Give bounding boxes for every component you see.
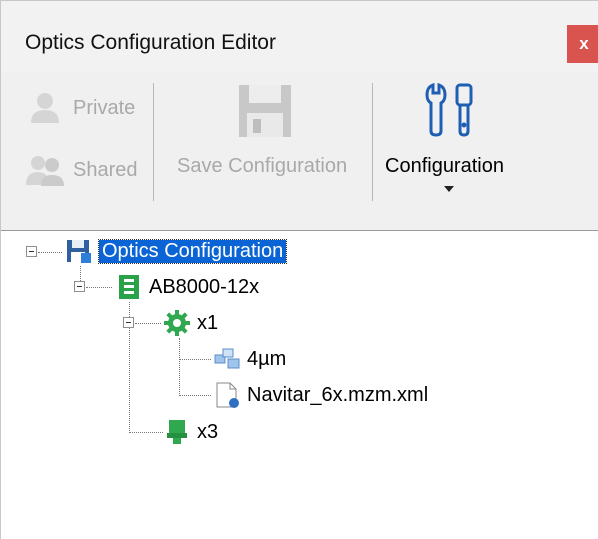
tree-connector (179, 359, 211, 360)
tree-node-root[interactable]: Optics Configuration (65, 237, 288, 265)
tree-node-label: x1 (197, 311, 219, 334)
tree-node-label: AB8000-12x (149, 275, 260, 298)
tree-connector (179, 395, 211, 396)
tree-node-file[interactable]: Navitar_6x.mzm.xml (213, 381, 428, 409)
ribbon-separator (153, 83, 154, 201)
floppy-disk-icon (239, 85, 291, 137)
collapse-toggle-root[interactable] (26, 246, 37, 257)
save-configuration-button[interactable]: Save Configuration (163, 73, 371, 223)
pixel-grid-icon (214, 348, 240, 369)
optics-tree-view: Optics Configuration AB8000-12x x1 4µm N… (1, 232, 598, 539)
device-icon (119, 275, 139, 299)
tree-connector (86, 287, 112, 288)
tree-node-label: x3 (197, 420, 219, 443)
users-icon (26, 156, 64, 186)
tree-connector (38, 252, 62, 253)
objective-lens-icon (167, 420, 187, 444)
title-bar: Optics Configuration Editor x (1, 1, 598, 73)
close-button[interactable]: x (567, 25, 598, 63)
configuration-dropdown-button[interactable]: Configuration (375, 73, 525, 223)
private-label: Private (73, 96, 136, 119)
tree-node-device[interactable]: AB8000-12x (115, 273, 259, 301)
tree-node-label: Navitar_6x.mzm.xml (247, 383, 429, 406)
save-configuration-label: Save Configuration (177, 155, 348, 177)
tree-connector (129, 432, 163, 433)
shared-button[interactable]: Shared (25, 153, 138, 187)
ribbon-separator (372, 83, 373, 201)
tree-node-objective-x3[interactable]: x3 (163, 418, 218, 446)
tree-node-pixel-size[interactable]: 4µm (213, 345, 286, 373)
tools-icon (425, 82, 473, 137)
tree-connector (135, 323, 161, 324)
shared-label: Shared (73, 158, 138, 181)
toolbar-ribbon: Private Shared Save Configuration Config… (1, 73, 598, 231)
collapse-toggle-objective[interactable] (123, 317, 134, 328)
configuration-label: Configuration (385, 155, 504, 177)
private-button[interactable]: Private (25, 91, 135, 125)
tree-connector (179, 338, 180, 396)
tree-node-label: 4µm (247, 347, 287, 370)
window-title: Optics Configuration Editor (25, 31, 276, 54)
optics-configuration-editor-window: Optics Configuration Editor x Private Sh… (0, 0, 598, 539)
user-icon (31, 93, 59, 123)
collapse-toggle-device[interactable] (74, 281, 85, 292)
chevron-down-icon (444, 186, 454, 192)
tree-node-objective-x1[interactable]: x1 (163, 309, 218, 337)
document-icon (216, 382, 239, 408)
gear-icon (164, 310, 190, 336)
save-config-icon (67, 240, 91, 263)
tree-node-label: Optics Configuration (97, 238, 288, 264)
